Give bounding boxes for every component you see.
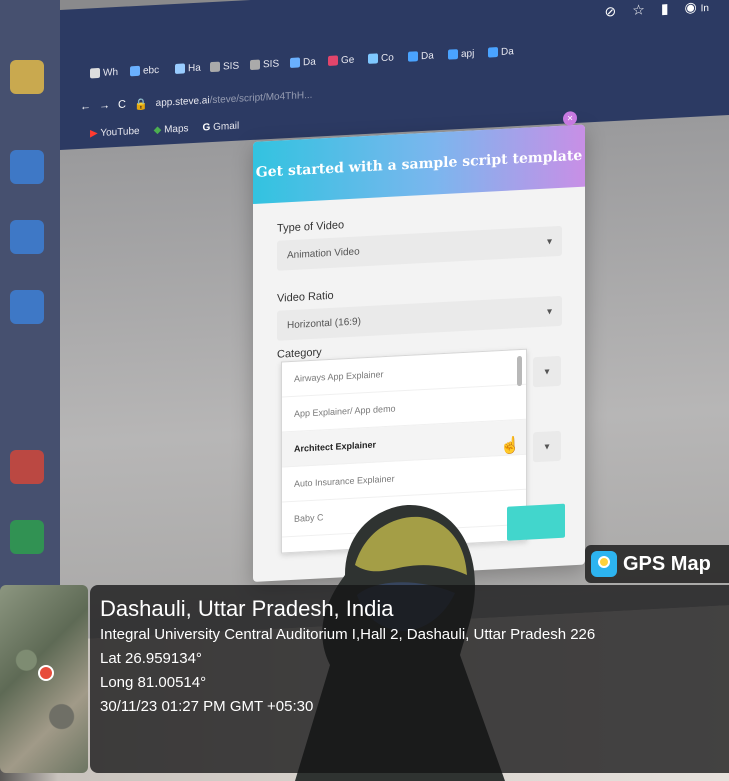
tab-favicon-icon: [290, 57, 300, 68]
youtube-icon: ▶: [90, 127, 98, 139]
video-ratio-value: Horizontal (16:9): [287, 315, 361, 331]
tab-label: Da: [501, 45, 514, 58]
close-icon: ×: [567, 112, 573, 125]
type-of-video-value: Animation Video: [287, 245, 360, 261]
bookmark-youtube[interactable]: ▶ YouTube: [90, 125, 140, 139]
chevron-down-icon: ▾: [544, 440, 550, 453]
search-icon: [250, 59, 260, 71]
maps-icon: ◆: [153, 124, 162, 136]
gps-longitude: Long 81.00514°: [100, 674, 207, 691]
app-icon[interactable]: [10, 450, 44, 484]
tab-favicon-icon: [368, 53, 378, 64]
modal-title: Get started with a sample script templat…: [255, 147, 583, 181]
gps-info-panel: Dashauli, Uttar Pradesh, India Integral …: [90, 585, 729, 773]
tab-favicon-icon: [448, 49, 458, 60]
tab-favicon-icon: [328, 55, 338, 66]
bookmark-gmail[interactable]: G Gmail: [203, 120, 240, 133]
lock-icon: 🔒: [133, 97, 148, 111]
tab-label: SIS: [263, 58, 280, 70]
tab-label: Co: [381, 52, 394, 64]
google-icon: G: [202, 121, 211, 134]
desktop-icons-strip: [0, 0, 60, 640]
browser-tab[interactable]: Ge: [328, 50, 354, 71]
gps-address: Integral University Central Auditorium I…: [100, 626, 596, 643]
browser-tab[interactable]: SIS: [210, 56, 239, 78]
tab-favicon-icon: [488, 47, 498, 58]
browser-toolbar-icons: ⊘ ☆ ▮ ◉ In: [605, 0, 709, 20]
map-pin-icon: [38, 665, 54, 681]
app-icon[interactable]: [10, 150, 44, 184]
chevron-down-icon: ▾: [546, 305, 552, 318]
tab-favicon-icon: [408, 51, 418, 62]
generate-button[interactable]: [507, 503, 565, 541]
profile-initial: In: [700, 2, 709, 15]
tab-label: Wh: [103, 66, 118, 79]
type-of-video-label: Type of Video: [277, 219, 345, 235]
back-icon[interactable]: ←: [80, 100, 91, 113]
bookmark-label: Gmail: [213, 120, 240, 133]
scrollbar[interactable]: [517, 355, 522, 387]
hand-cursor-icon: ☝: [500, 437, 520, 456]
browser-tab[interactable]: apj: [448, 43, 474, 64]
browser-tab[interactable]: ebc: [130, 60, 159, 82]
browser-tab[interactable]: Co: [368, 48, 394, 69]
browser-tab[interactable]: Da: [290, 52, 316, 73]
chevron-down-icon: ▾: [546, 235, 552, 248]
bookmark-label: YouTube: [100, 125, 140, 139]
browser-tab[interactable]: Da: [408, 45, 434, 66]
tab-label: Ha: [188, 62, 201, 74]
url-text[interactable]: app.steve.ai/steve/script/Mo4ThH...: [156, 89, 313, 108]
folder-icon[interactable]: [10, 60, 44, 94]
app-icon[interactable]: [10, 290, 44, 324]
tab-label: ebc: [143, 64, 160, 77]
avatar[interactable]: ◉ In: [685, 0, 709, 16]
tab-favicon-icon: [130, 65, 140, 77]
secondary-select-toggle[interactable]: ▾: [533, 430, 561, 463]
tab-label: Da: [421, 49, 434, 62]
bookmarks-bar: ▶ YouTube ◆ Maps G Gmail: [90, 117, 239, 143]
tab-label: SIS: [223, 60, 240, 72]
browser-tab[interactable]: Wh: [90, 62, 118, 83]
search-icon: [210, 61, 220, 73]
app-icon[interactable]: [10, 520, 44, 554]
category-select-toggle[interactable]: ▾: [533, 355, 561, 388]
gps-place: Dashauli, Uttar Pradesh, India: [100, 596, 394, 621]
chevron-down-icon: ▾: [544, 365, 550, 378]
bookmark-label: Maps: [164, 122, 189, 136]
url-host: app.steve.ai: [155, 94, 210, 109]
gps-app-icon: [591, 551, 617, 577]
tab-favicon-icon: [175, 63, 185, 74]
star-icon[interactable]: ☆: [632, 1, 645, 19]
forward-icon[interactable]: →: [99, 99, 110, 112]
gps-map-thumbnail: [0, 585, 88, 773]
gps-brand-label: GPS Map: [623, 552, 711, 575]
category-label: Category: [277, 346, 322, 361]
browser-tab[interactable]: SIS: [250, 54, 279, 76]
tab-label: Ge: [341, 54, 355, 66]
gps-datetime: 30/11/23 01:27 PM GMT +05:30: [100, 698, 314, 715]
browser-tab[interactable]: Ha: [175, 58, 201, 79]
gps-map-brand: GPS Map: [585, 545, 729, 583]
address-bar[interactable]: ← → C 🔒 app.steve.ai/steve/script/Mo4ThH…: [80, 85, 312, 117]
eye-off-icon[interactable]: ⊘: [605, 3, 617, 21]
tab-label: Da: [303, 56, 316, 68]
tab-favicon-icon: [90, 67, 100, 79]
tab-label: apj: [461, 47, 475, 60]
reload-icon[interactable]: C: [118, 99, 126, 111]
sidebar-icon[interactable]: ▮: [661, 0, 669, 17]
type-of-video-select[interactable]: Animation Video ▾: [277, 225, 562, 271]
video-ratio-select[interactable]: Horizontal (16:9) ▾: [277, 295, 562, 341]
bookmark-maps[interactable]: ◆ Maps: [154, 123, 189, 136]
gps-latitude: Lat 26.959134°: [100, 650, 202, 667]
browser-tab[interactable]: Da: [488, 41, 514, 62]
video-ratio-label: Video Ratio: [277, 289, 334, 305]
url-path: /steve/script/Mo4ThH...: [209, 89, 313, 106]
app-icon[interactable]: [10, 220, 44, 254]
